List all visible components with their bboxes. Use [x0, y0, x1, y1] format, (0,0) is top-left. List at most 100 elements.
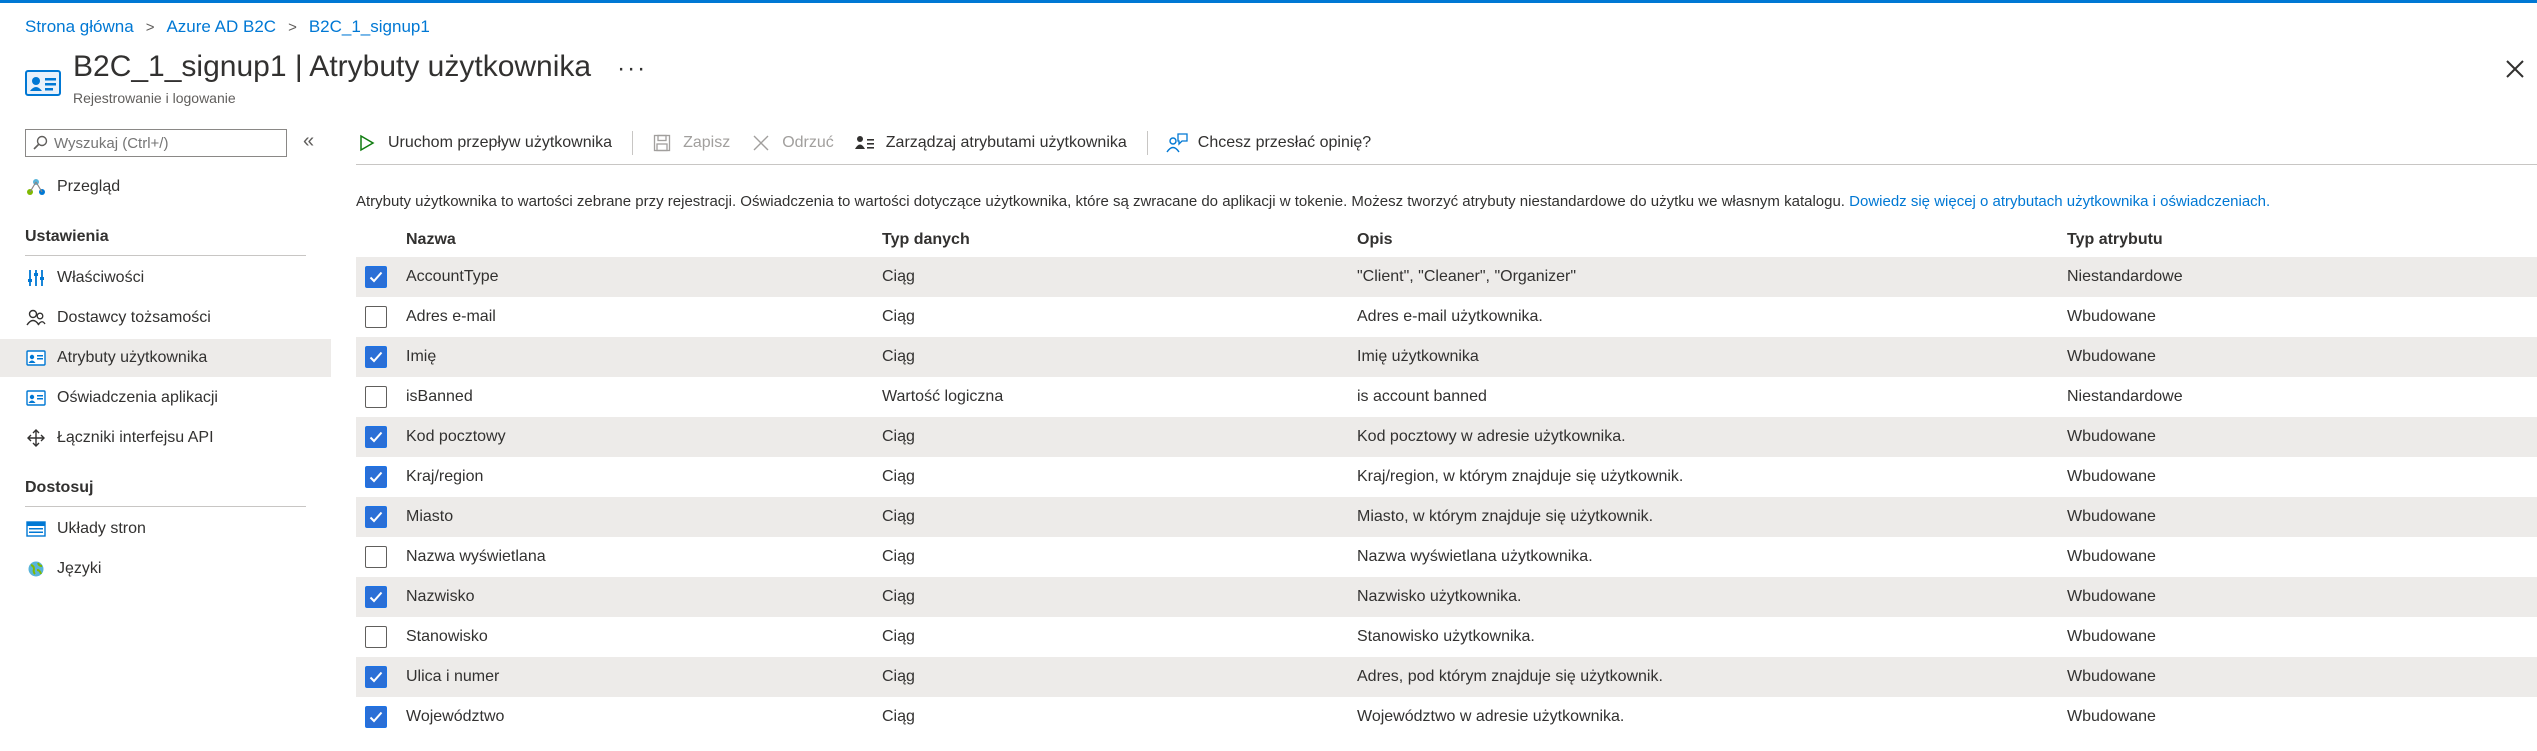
page-title-text: B2C_1_signup1 | Atrybuty użytkownika [73, 50, 592, 83]
attribute-name-cell: Nazwisko [406, 588, 475, 605]
sidebar-section-customize: Dostosuj [25, 479, 94, 496]
row-checkbox-cell [356, 466, 406, 488]
table-row[interactable]: AccountType Ciąg "Client", "Cleaner", "Org… [356, 257, 2537, 297]
sidebar-item-label: Dostawcy tożsamości [57, 309, 211, 326]
row-checkbox-cell [356, 626, 406, 648]
description-cell: Kod pocztowy w adresie użytkownika. [1357, 428, 1626, 445]
attribute-type-cell: Niestandardowe [2067, 388, 2183, 405]
search-box[interactable] [25, 129, 287, 157]
row-checkbox-cell [356, 386, 406, 408]
row-checkbox[interactable] [365, 386, 387, 408]
search-input[interactable] [52, 133, 277, 153]
table-row[interactable]: Stanowisko Ciąg Stanowisko użytkownika. Wbu… [356, 617, 2537, 657]
sidebar-item-user-attributes[interactable]: Atrybuty użytkownika [0, 339, 331, 377]
row-checkbox[interactable] [365, 626, 387, 648]
data-type-cell: Ciąg [882, 588, 915, 605]
sidebar-item-api-connectors[interactable]: Łączniki interfejsu API [0, 419, 331, 457]
attribute-type-cell: Wbudowane [2067, 348, 2156, 365]
checkmark-icon [369, 591, 383, 603]
collapse-sidebar-button[interactable]: « [303, 130, 314, 153]
table-row[interactable]: Ulica i numer Ciąg Adres, pod którym znajd… [356, 657, 2537, 697]
column-header-attribute-type[interactable]: Typ atrybutu [2067, 231, 2537, 249]
sidebar-item-properties[interactable]: Właściwości [0, 259, 331, 297]
description-cell: Miasto, w którym znajduje się użytkownik… [1357, 508, 1654, 525]
description-cell: is account banned [1357, 388, 1487, 405]
column-header-name[interactable]: Nazwa [406, 231, 882, 249]
discard-button[interactable]: Odrzuć [750, 133, 834, 153]
table-row[interactable]: Adres e-mail Ciąg Adres e-mail użytkownika… [356, 297, 2537, 337]
sidebar-item-application-claims[interactable]: Oświadczenia aplikacji [0, 379, 331, 417]
table-row[interactable]: Miasto Ciąg Miasto, w którym znajduje się … [356, 497, 2537, 537]
row-checkbox[interactable] [365, 546, 387, 568]
table-row[interactable]: isBanned Wartość logiczna is account banne… [356, 377, 2537, 417]
attribute-type-cell: Wbudowane [2067, 428, 2156, 445]
description-cell: Nazwisko użytkownika. [1357, 588, 1522, 605]
divider [632, 131, 634, 155]
table-row[interactable]: Nazwa wyświetlana Ciąg Nazwa wyświetlana u… [356, 537, 2537, 577]
save-label: Zapisz [683, 134, 731, 151]
description-cell: "Client", "Cleaner", "Organizer" [1357, 268, 1577, 285]
sidebar-item-label: Języki [57, 560, 102, 577]
learn-more-link[interactable]: Dowiedz się więcej o atrybutach użytkown… [1849, 193, 2270, 210]
attribute-type-cell: Wbudowane [2067, 508, 2156, 525]
data-type-cell: Ciąg [882, 508, 915, 525]
row-checkbox[interactable] [365, 346, 387, 368]
description-cell: Województwo w adresie użytkownika. [1357, 708, 1625, 725]
manage-user-attributes-button[interactable]: Zarządzaj atrybutami użytkownika [854, 133, 1127, 153]
attribute-name-cell: Kraj/region [406, 468, 484, 485]
breadcrumb-signup[interactable]: B2C_1_signup1 [309, 17, 430, 37]
sidebar-item-label: Atrybuty użytkownika [57, 349, 208, 366]
divider [356, 164, 2537, 165]
breadcrumb-b2c[interactable]: Azure AD B2C [166, 17, 276, 37]
sidebar-item-identity-providers[interactable]: Dostawcy tożsamości [0, 299, 331, 337]
attribute-name-cell: isBanned [406, 388, 473, 405]
column-header-description[interactable]: Opis [1357, 231, 2067, 249]
close-icon [750, 133, 772, 153]
sidebar-item-languages[interactable]: Języki [0, 550, 331, 588]
row-checkbox-cell [356, 706, 406, 728]
play-icon [356, 133, 378, 153]
data-type-cell: Ciąg [882, 668, 915, 685]
row-checkbox[interactable] [365, 666, 387, 688]
save-button[interactable]: Zapisz [651, 133, 730, 153]
row-checkbox-cell [356, 266, 406, 288]
run-user-flow-label: Uruchom przepływ użytkownika [388, 134, 613, 151]
data-type-cell: Ciąg [882, 428, 915, 445]
divider [1146, 131, 1148, 155]
feedback-label: Chcesz przesłać opinię? [1197, 134, 1372, 151]
breadcrumb-home[interactable]: Strona główna [25, 17, 134, 37]
checkmark-icon [369, 271, 383, 283]
row-checkbox[interactable] [365, 306, 387, 328]
data-type-cell: Ciąg [882, 468, 915, 485]
checkmark-icon [369, 511, 383, 523]
sidebar-item-label: Właściwości [57, 269, 145, 286]
description-cell: Imię użytkownika [1357, 348, 1479, 365]
sidebar-item-page-layouts[interactable]: Układy stron [0, 510, 331, 548]
row-checkbox[interactable] [365, 706, 387, 728]
row-checkbox-cell [356, 666, 406, 688]
row-checkbox[interactable] [365, 506, 387, 528]
row-checkbox[interactable] [365, 466, 387, 488]
table-row[interactable]: Imię Ciąg Imię użytkownika Wbudowane [356, 337, 2537, 377]
table-row[interactable]: Nazwisko Ciąg Nazwisko użytkownika. Wbudowa… [356, 577, 2537, 617]
description-cell: Kraj/region, w którym znajduje się użytk… [1357, 468, 1684, 485]
row-checkbox-cell [356, 306, 406, 328]
run-user-flow-button[interactable]: Uruchom przepływ użytkownika [356, 133, 612, 153]
row-checkbox[interactable] [365, 266, 387, 288]
attribute-type-cell: Wbudowane [2067, 708, 2156, 725]
row-checkbox[interactable] [365, 586, 387, 608]
table-row[interactable]: Kraj/region Ciąg Kraj/region, w którym zna… [356, 457, 2537, 497]
row-checkbox[interactable] [365, 426, 387, 448]
column-header-data-type[interactable]: Typ danych [882, 231, 1357, 249]
more-options-button[interactable]: ··· [617, 55, 647, 82]
manage-user-attributes-label: Zarządzaj atrybutami użytkownika [885, 134, 1127, 151]
sidebar-item-overview[interactable]: Przegląd [0, 168, 331, 206]
feedback-button[interactable]: Chcesz przesłać opinię? [1166, 133, 1371, 153]
sidebar-section-settings: Ustawienia [25, 228, 109, 245]
table-row[interactable]: Kod pocztowy Ciąg Kod pocztowy w adresie u… [356, 417, 2537, 457]
contact-card-icon [25, 70, 61, 96]
close-icon[interactable] [2502, 56, 2528, 82]
checkmark-icon [369, 431, 383, 443]
table-row[interactable]: Województwo Ciąg Województwo w adresie uży… [356, 697, 2537, 737]
sidebar-item-label: Układy stron [57, 520, 146, 537]
